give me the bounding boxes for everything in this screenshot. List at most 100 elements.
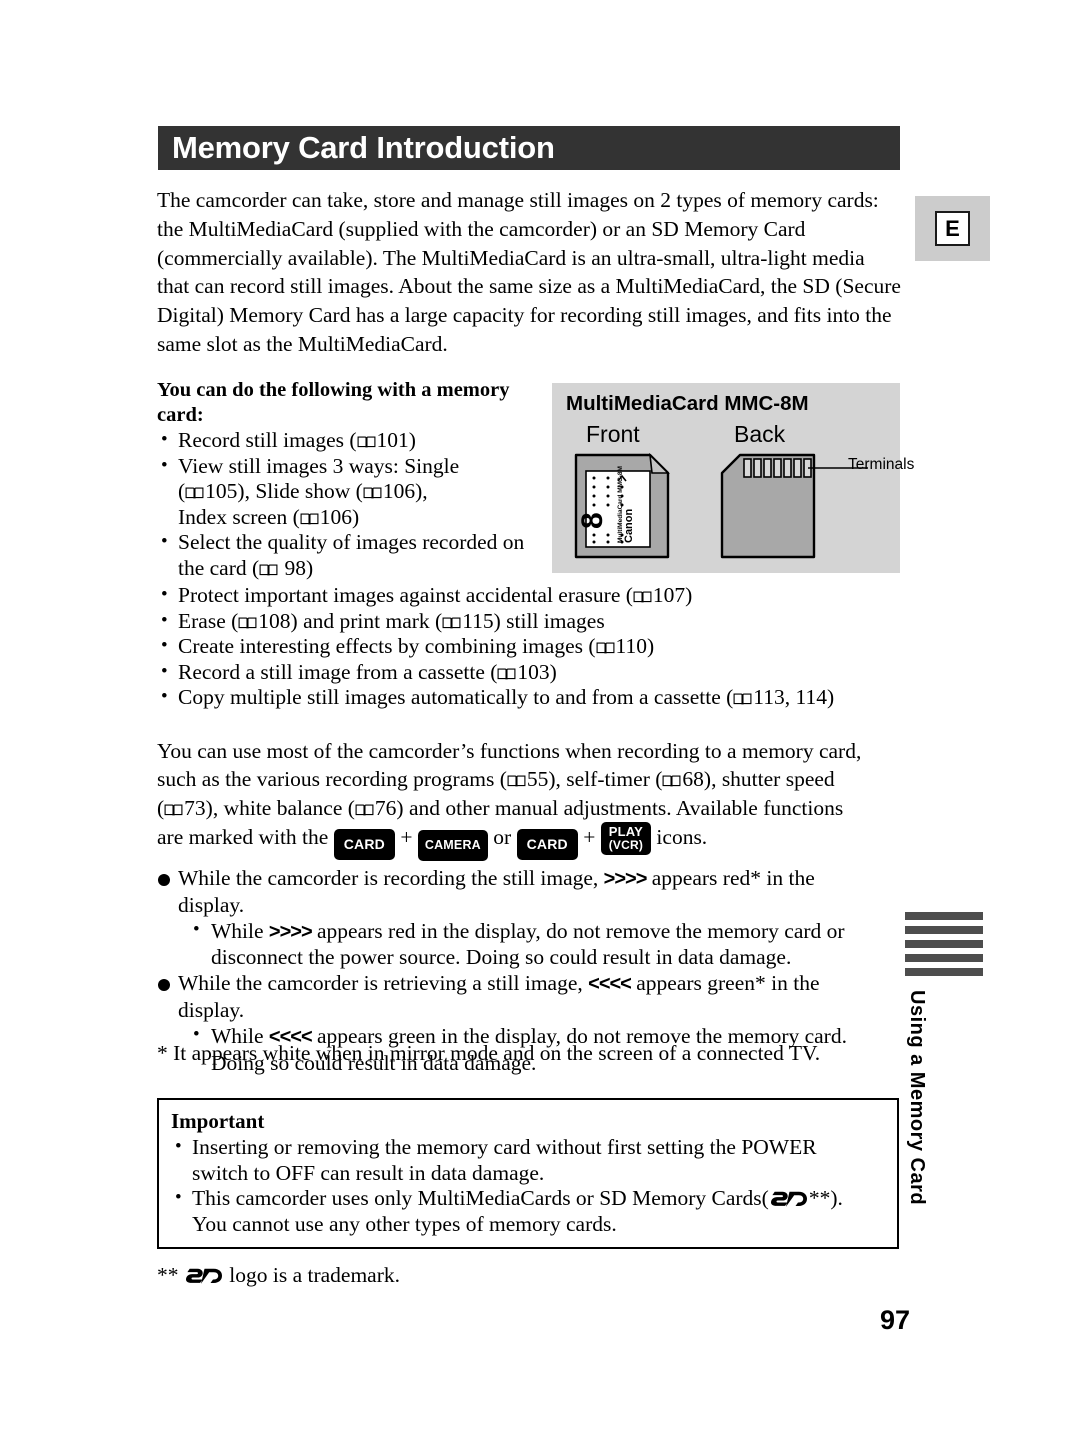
- page-ref: 55), self-timer (: [526, 767, 663, 792]
- book-reference-icon: [442, 617, 461, 629]
- mode-badge-play-vcr: PLAY (VCR): [600, 822, 652, 855]
- side-tab-bar: [905, 926, 983, 934]
- recording-arrows-indicator-2: >>>>: [268, 920, 313, 943]
- plus-sign-2: +: [583, 824, 596, 849]
- mmc-card-model: MultiMediaCard MMC-8M: [617, 466, 624, 543]
- mmc-card-front-illustration: 8 Canon MultiMediaCard MMC-8M: [574, 452, 670, 559]
- plus-sign: +: [400, 824, 413, 849]
- manual-page: Memory Card Introduction E The camcorder…: [0, 0, 1080, 1443]
- note-retrieving: While the camcorder is retrieving a stil…: [157, 971, 909, 1024]
- note-retrieving-text-b: appears green* in the: [636, 971, 820, 996]
- book-reference-icon: [357, 436, 375, 448]
- page-ref: 73), white balance (: [184, 795, 355, 820]
- badge-play-line2: (VCR): [608, 837, 644, 852]
- book-reference-icon: [185, 487, 204, 499]
- bullet-text: Record a still image from a cassette (: [178, 659, 498, 684]
- note-recording-sub-b: appears red in the display, do not remov…: [317, 918, 845, 943]
- mmc-back-label: Back: [734, 421, 786, 447]
- page-ref: 105), Slide show (: [205, 479, 363, 504]
- badge-play-line1: PLAY: [608, 824, 644, 840]
- book-reference-icon: [733, 693, 752, 705]
- list-item: Create interesting effects by combining …: [157, 633, 917, 660]
- or-text: or: [493, 824, 512, 849]
- important-item2-line1-end: **).: [808, 1186, 843, 1211]
- side-tab-bar: [905, 912, 983, 920]
- note-recording-sub-c: disconnect the power source. Doing so co…: [211, 945, 792, 970]
- side-tab-bar: [905, 954, 983, 962]
- bullet-text: Protect important images against acciden…: [178, 583, 633, 607]
- language-marker-e: E: [935, 211, 970, 246]
- page-ref: 76) and other manual adjustments. Availa…: [374, 795, 844, 820]
- page-ref: 106): [319, 504, 360, 529]
- page-ref: 110): [615, 634, 655, 659]
- bullet-text: the card (: [178, 555, 260, 580]
- bullet-text: Record still images (: [178, 428, 357, 452]
- note-retrieving-text-c: display.: [178, 997, 245, 1022]
- page-ref: 108) and print mark (: [258, 608, 443, 633]
- important-item1-line1: Inserting or removing the memory card wi…: [192, 1135, 817, 1159]
- trademark-footnote: ** logo is a trademark.: [157, 1262, 400, 1288]
- page-title-bar: Memory Card Introduction: [158, 126, 900, 170]
- list-item: Copy multiple still images automatically…: [157, 684, 917, 711]
- page-ref: 115) still images: [462, 608, 605, 633]
- mmc-capacity-mark: 8: [576, 512, 609, 529]
- important-list: Inserting or removing the memory card wi…: [171, 1134, 885, 1237]
- bullet-text: View still images 3 ways: Single: [178, 453, 460, 478]
- page-ref: 103): [517, 659, 557, 684]
- page-title: Memory Card Introduction: [172, 130, 555, 165]
- list-item: Record still images (101): [157, 427, 549, 454]
- important-box: Important Inserting or removing the memo…: [157, 1098, 899, 1249]
- note-recording-sub: While >>>> appears red in the display, d…: [157, 917, 909, 972]
- mmc-diagram-title: MultiMediaCard MMC-8M: [566, 392, 809, 415]
- mode-badge-card: CARD: [333, 828, 395, 860]
- note-recording-text-b: appears red* in the: [651, 866, 815, 890]
- mode-badge-card-2: CARD: [516, 828, 578, 860]
- note-retrieving-text-a: While the camcorder is retrieving a stil…: [178, 971, 583, 996]
- book-reference-icon: [164, 804, 183, 816]
- mmc-front-label: Front: [586, 421, 640, 447]
- capabilities-wide-list: Protect important images against acciden…: [157, 582, 917, 711]
- book-reference-icon: [259, 564, 278, 576]
- note-recording: While the camcorder is recording the sti…: [157, 866, 909, 919]
- mmc-card-brand: Canon: [623, 509, 635, 544]
- capabilities-left-column: You can do the following with a memory c…: [157, 378, 549, 582]
- note-recording-text-c: display.: [178, 892, 245, 917]
- book-reference-icon: [662, 775, 681, 787]
- side-tab-label: Using a Memory Card: [906, 990, 928, 1206]
- bullet-text: Index screen (: [178, 504, 300, 529]
- book-reference-icon: [355, 804, 374, 816]
- page-ref: 68), shutter speed: [682, 767, 835, 792]
- bullet-text: Copy multiple still images automatically…: [178, 685, 734, 710]
- book-reference-icon: [300, 513, 319, 525]
- capabilities-lead: You can do the following with a memory c…: [157, 379, 510, 426]
- side-tab-bars: [905, 912, 983, 976]
- page-number: 97: [880, 1305, 911, 1335]
- functions-line4: are marked with the: [157, 824, 329, 849]
- mmc-terminals-label: Terminals: [848, 456, 915, 473]
- page-ref: 113, 114): [753, 685, 835, 710]
- important-item2-line2: You cannot use any other types of memory…: [192, 1211, 617, 1236]
- trademark-stars: **: [157, 1263, 179, 1287]
- important-item2-line1: This camcorder uses only MultiMediaCards…: [192, 1186, 769, 1211]
- list-item: Select the quality of images recorded on…: [157, 529, 549, 581]
- recording-arrows-indicator: >>>>: [603, 868, 648, 890]
- section-side-tab: Using a Memory Card: [905, 912, 983, 1206]
- language-marker-panel: E: [915, 196, 990, 261]
- capabilities-list: Record still images (101) View still ima…: [157, 427, 549, 582]
- sd-logo-icon: [770, 1191, 807, 1207]
- book-reference-icon: [497, 668, 516, 680]
- important-title: Important: [171, 1109, 265, 1133]
- asterisk-footnote: * It appears white when in mirror mode a…: [157, 1041, 821, 1065]
- page-ref: 101: [376, 428, 409, 452]
- page-ref: 107): [652, 583, 693, 607]
- bullet-text: Create interesting effects by combining …: [178, 634, 596, 659]
- icons-word: icons.: [656, 824, 708, 849]
- list-item: Erase (108) and print mark (115) still i…: [157, 608, 917, 635]
- book-reference-icon: [238, 617, 257, 629]
- page-ref: 106),: [382, 479, 428, 504]
- page-ref: 98): [284, 555, 314, 580]
- list-item: This camcorder uses only MultiMediaCards…: [171, 1185, 885, 1237]
- capabilities-wide-list-wrap: Protect important images against acciden…: [157, 582, 917, 711]
- functions-line1: You can use most of the camcorder’s func…: [157, 739, 862, 763]
- list-item: Protect important images against acciden…: [157, 582, 917, 609]
